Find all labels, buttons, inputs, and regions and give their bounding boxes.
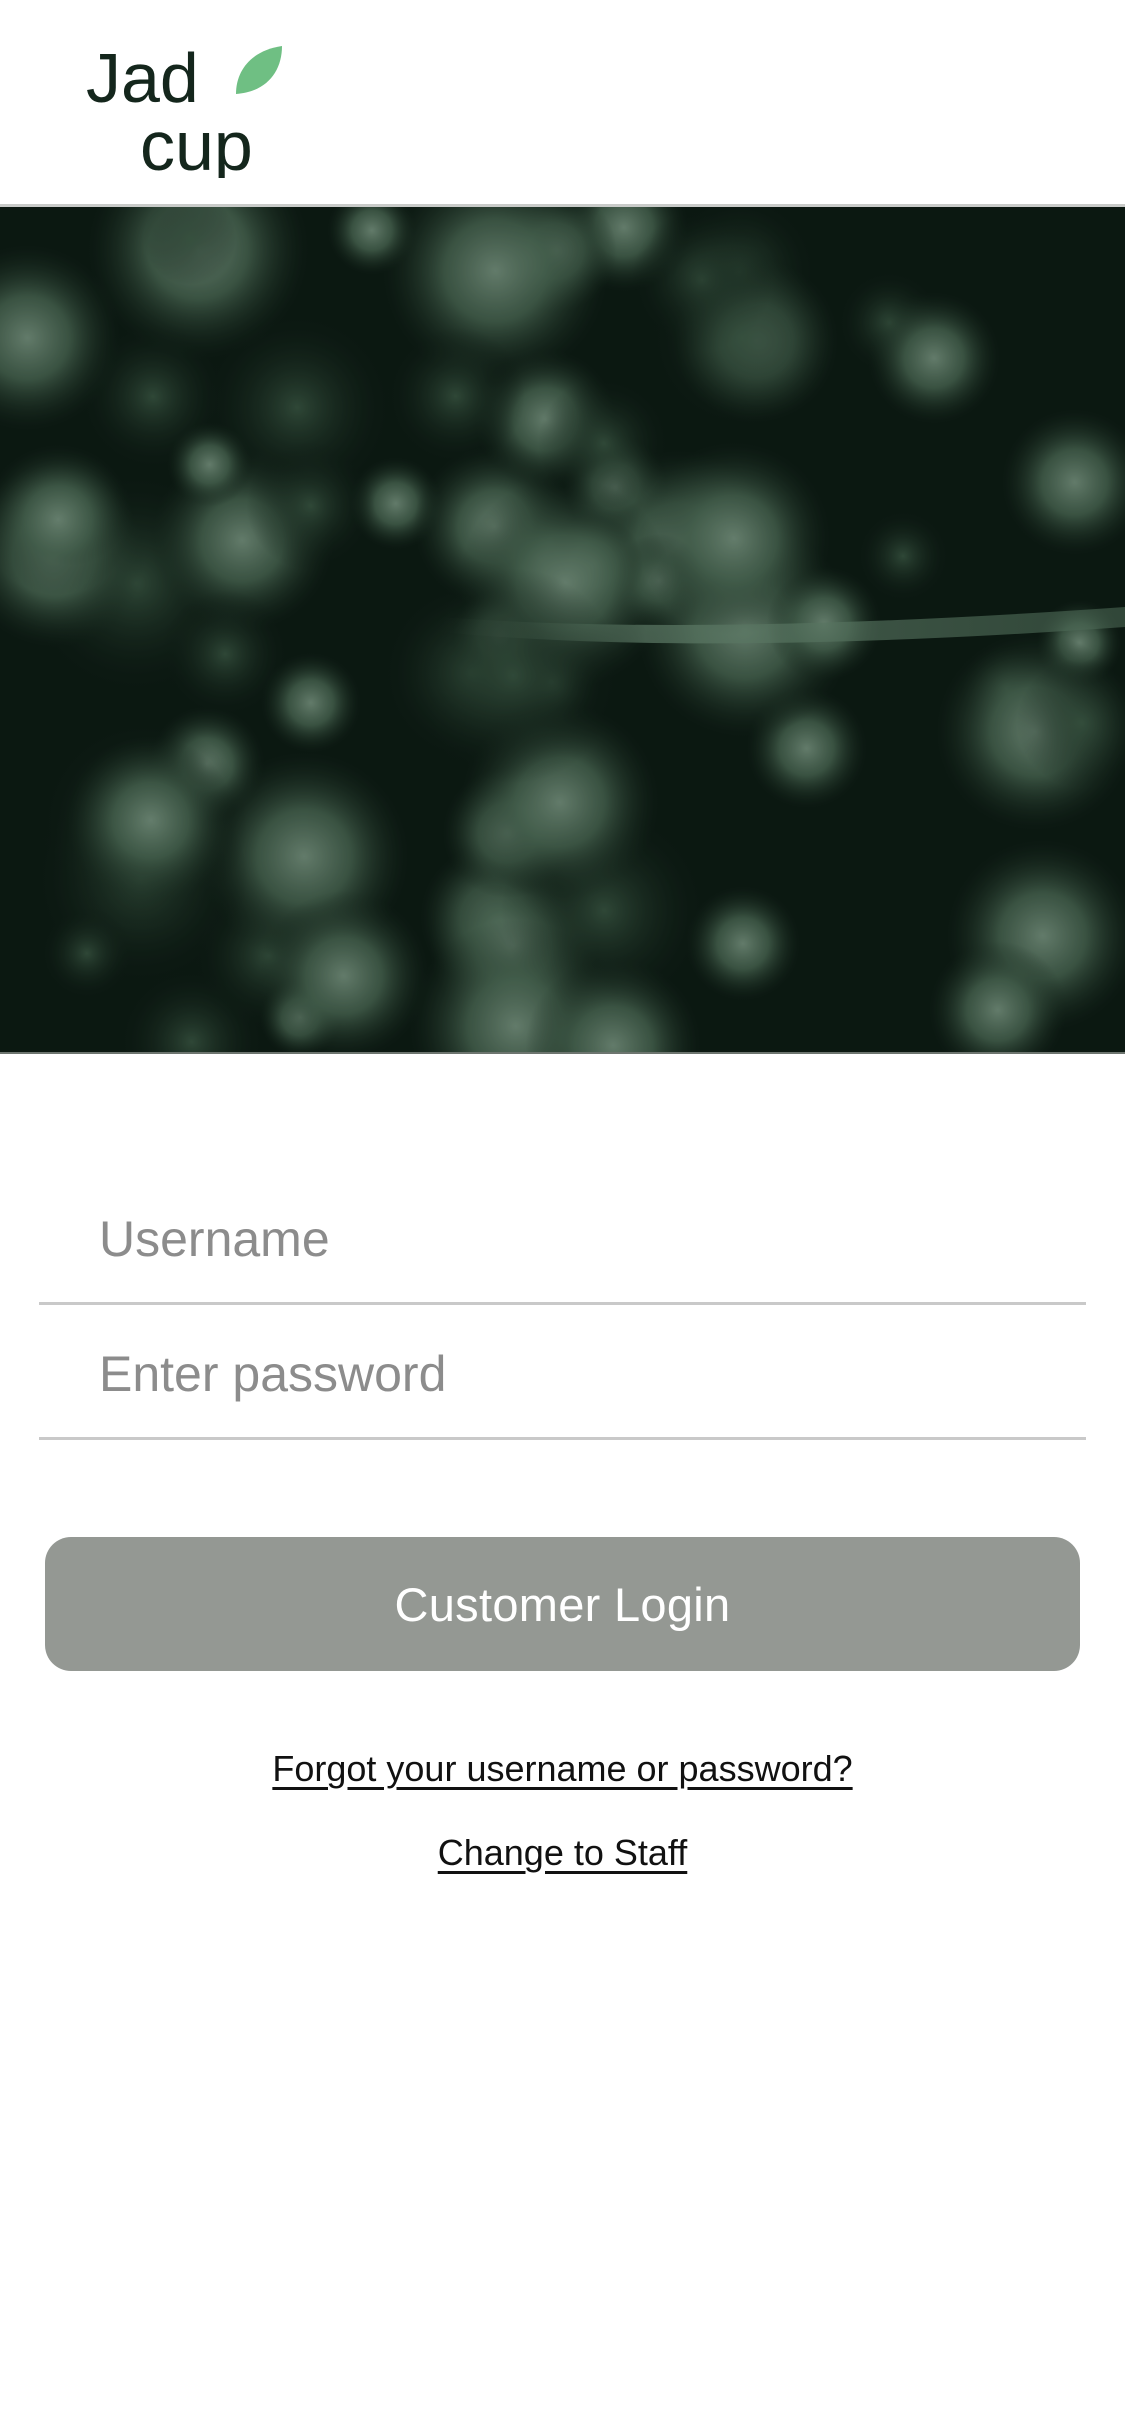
forgot-credentials-link[interactable]: Forgot your username or password? bbox=[0, 1748, 1125, 1790]
app-header: Jad cup bbox=[0, 0, 1125, 207]
leaf-icon bbox=[236, 46, 282, 94]
username-input[interactable] bbox=[39, 1175, 1086, 1305]
customer-login-button[interactable]: Customer Login bbox=[45, 1537, 1080, 1671]
password-input[interactable] bbox=[39, 1310, 1086, 1440]
logo-text-line1: Jad bbox=[86, 39, 199, 117]
change-to-staff-link[interactable]: Change to Staff bbox=[0, 1832, 1125, 1874]
logo-text-line2: cup bbox=[140, 107, 253, 178]
jadcup-logo: Jad cup bbox=[86, 39, 282, 178]
hero-forest-image bbox=[0, 207, 1125, 1054]
